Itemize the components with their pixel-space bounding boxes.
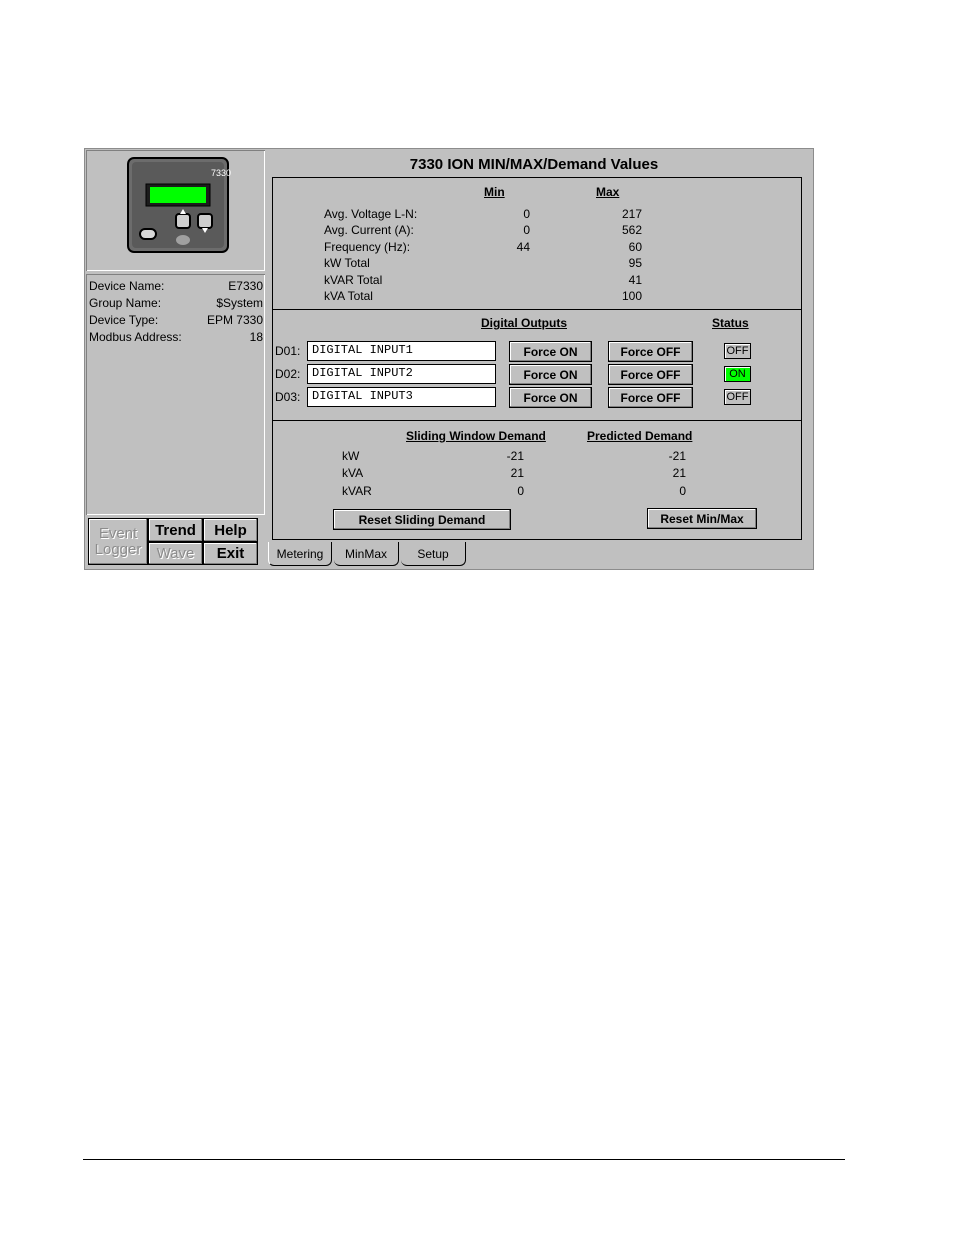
minmax-row-min: 0 <box>523 207 530 221</box>
device-model-label: 7330 <box>211 168 232 178</box>
device-type-value: EPM 7330 <box>206 313 263 327</box>
device-type-label: Device Type: <box>89 313 159 327</box>
predicted-demand-header: Predicted Demand <box>587 429 693 443</box>
group-name-label: Group Name: <box>89 296 162 310</box>
event-logger-button[interactable]: Event Logger <box>88 518 148 565</box>
output-name-field[interactable]: DIGITAL INPUT1 <box>307 341 496 361</box>
demand-row-label: kW <box>342 449 360 463</box>
device-name-label: Device Name: <box>89 279 165 293</box>
tab-minmax-label: MinMax <box>344 546 387 561</box>
tab-minmax[interactable]: MinMax <box>334 542 399 566</box>
demand-row-label: kVAR <box>342 484 372 498</box>
min-header: Min <box>484 185 505 199</box>
demand-row-sliding: 0 <box>517 484 524 498</box>
demand-row-predicted: 0 <box>679 484 686 498</box>
minmax-row-label: kW Total <box>324 256 370 270</box>
application-window: 7330 Device Name: E7330 Group Name: $Sys… <box>84 148 814 570</box>
trend-button[interactable]: Trend <box>148 518 203 542</box>
minmax-row-label: Avg. Voltage L-N: <box>324 207 418 221</box>
group-name-value: $System <box>216 296 263 310</box>
event-label: Event <box>98 524 138 542</box>
minmax-row-min: 44 <box>516 240 530 254</box>
force-on-button[interactable]: Force ON <box>509 364 592 385</box>
reset-minmax-button[interactable]: Reset Min/Max <box>647 508 757 529</box>
demand-row-predicted: 21 <box>672 466 686 480</box>
minmax-row-max: 217 <box>621 207 642 221</box>
status-indicator: OFF <box>724 389 751 405</box>
force-on-button[interactable]: Force ON <box>509 387 592 408</box>
minmax-row-max: 100 <box>621 289 642 303</box>
output-name-field[interactable]: DIGITAL INPUT2 <box>307 364 496 384</box>
tab-metering-label: Metering <box>276 546 324 561</box>
status-indicator: ON <box>724 366 751 382</box>
digital-outputs-section: Digital Outputs Status D01: DIGITAL INPU… <box>272 309 802 421</box>
device-name-value: E7330 <box>228 279 263 293</box>
modbus-address-value: 18 <box>249 330 263 344</box>
tab-metering[interactable]: Metering <box>268 542 332 566</box>
minmax-row-label: Frequency (Hz): <box>324 240 411 254</box>
modbus-address-label: Modbus Address: <box>89 330 182 344</box>
main-panel: 7330 ION MIN/MAX/Demand Values Min Max A… <box>266 150 812 544</box>
wave-button[interactable]: Wave <box>148 542 203 565</box>
reset-sliding-demand-button[interactable]: Reset Sliding Demand <box>333 509 511 530</box>
logger-label: Logger <box>94 540 142 558</box>
sliding-window-demand-header: Sliding Window Demand <box>406 429 546 443</box>
output-id: D01: <box>275 344 301 358</box>
page-title: 7330 ION MIN/MAX/Demand Values <box>409 156 659 173</box>
minmax-row-max: 95 <box>628 256 642 270</box>
max-header: Max <box>596 185 620 199</box>
minmax-section: Min Max Avg. Voltage L-N: 0 217 Avg. Cur… <box>272 177 802 310</box>
demand-section: Sliding Window Demand Predicted Demand k… <box>272 420 802 540</box>
minmax-row-label: kVA Total <box>324 289 373 303</box>
minmax-row-min: 0 <box>523 223 530 237</box>
device-image-panel: 7330 <box>86 150 265 271</box>
exit-button[interactable]: Exit <box>203 542 258 565</box>
minmax-row-max: 60 <box>628 240 642 254</box>
tab-setup[interactable]: Setup <box>401 542 466 566</box>
status-indicator: OFF <box>724 343 751 359</box>
help-button[interactable]: Help <box>203 518 258 542</box>
force-off-button[interactable]: Force OFF <box>608 387 693 408</box>
force-off-button[interactable]: Force OFF <box>608 364 693 385</box>
output-name-field[interactable]: DIGITAL INPUT3 <box>307 387 496 407</box>
digital-outputs-header: Digital Outputs <box>481 316 567 330</box>
tab-setup-label: Setup <box>417 546 449 561</box>
force-off-button[interactable]: Force OFF <box>608 341 693 362</box>
output-id: D02: <box>275 367 301 381</box>
status-header: Status <box>712 316 749 330</box>
minmax-row-max: 562 <box>621 223 642 237</box>
output-id: D03: <box>275 390 301 404</box>
demand-row-label: kVA <box>342 466 364 480</box>
minmax-row-max: 41 <box>628 273 642 287</box>
force-on-button[interactable]: Force ON <box>509 341 592 362</box>
demand-row-sliding: -21 <box>506 449 524 463</box>
device-info-panel: Device Name: E7330 Group Name: $System D… <box>86 274 265 515</box>
minmax-row-label: kVAR Total <box>324 273 383 287</box>
minmax-row-label: Avg. Current (A): <box>324 223 414 237</box>
demand-row-sliding: 21 <box>510 466 524 480</box>
footer-divider <box>83 1159 845 1160</box>
demand-row-predicted: -21 <box>668 449 686 463</box>
